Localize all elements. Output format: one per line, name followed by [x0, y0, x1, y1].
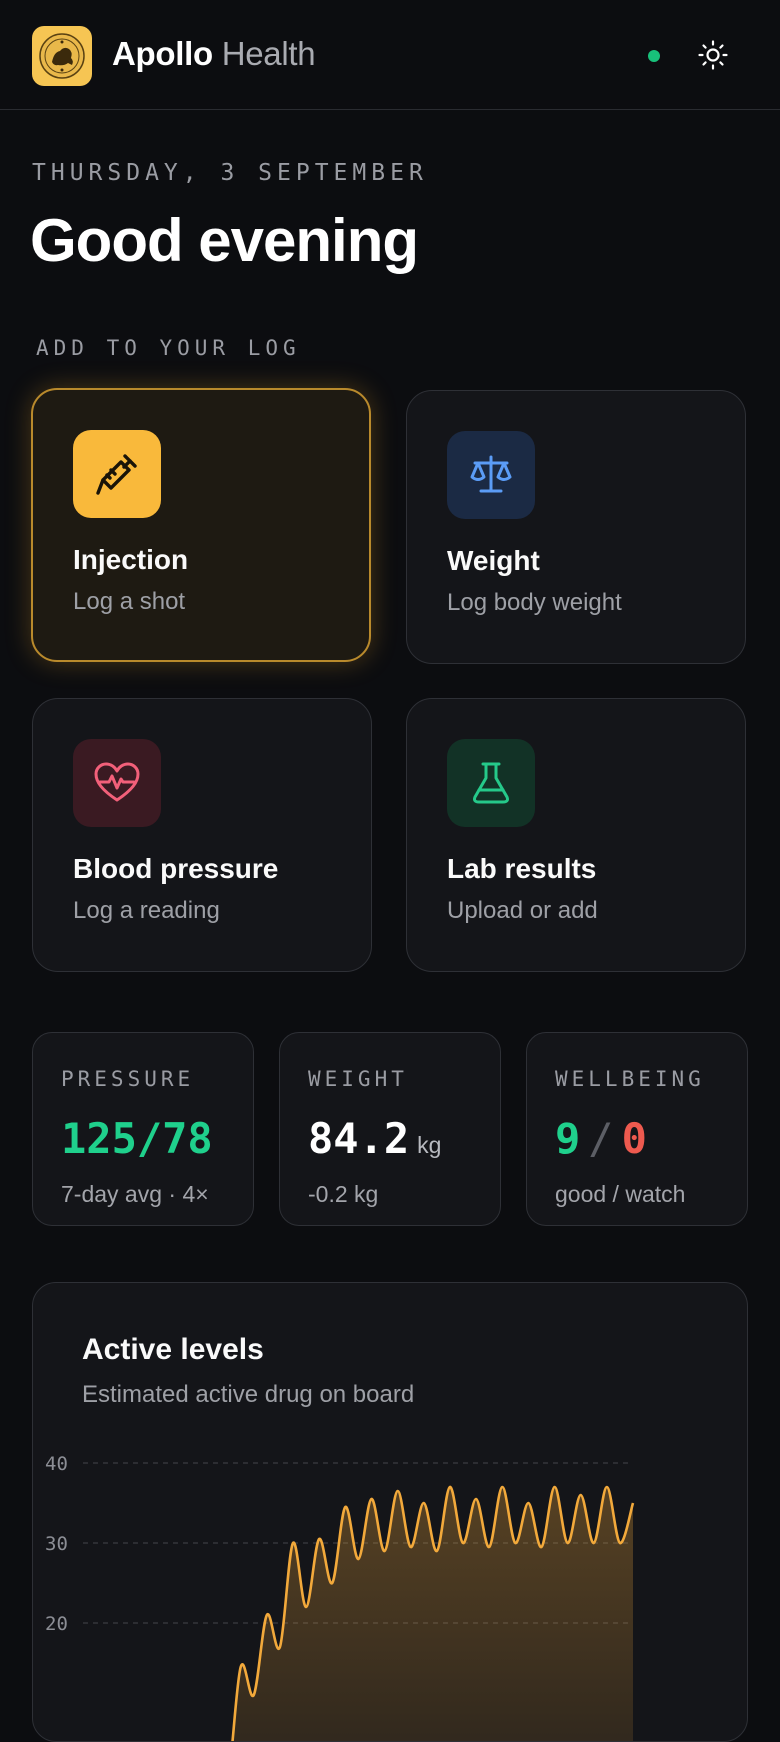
pressure-stat-card[interactable]: PRESSURE 125/78 7-day avg · 4×	[32, 1032, 254, 1226]
lab-results-card-title: Lab results	[447, 853, 597, 884]
brand-primary: Apollo	[112, 35, 213, 72]
wellbeing-stat-sub: good / watch	[555, 1181, 686, 1207]
pressure-stat-sub: 7-day avg · 4×	[61, 1181, 209, 1207]
weight-stat-sub: -0.2 kg	[308, 1181, 379, 1207]
current-date: THURSDAY, 3 SEPTEMBER	[32, 160, 428, 186]
pressure-stat-label: PRESSURE	[61, 1067, 195, 1091]
syringe-icon	[73, 430, 161, 518]
blood-pressure-card-subtitle: Log a reading	[73, 897, 220, 924]
log-lab-results-card[interactable]: Lab results Upload or add	[406, 698, 746, 972]
wellbeing-stat-card[interactable]: WELLBEING 9/0 good / watch	[526, 1032, 748, 1226]
flask-icon	[447, 739, 535, 827]
wellbeing-separator: /	[588, 1114, 614, 1163]
active-levels-chart: 40 30 20	[45, 1453, 635, 1741]
brand-name: Apollo Health	[112, 34, 316, 74]
weight-stat-value: 84.2	[308, 1114, 410, 1163]
app-header: Apollo Health	[0, 0, 780, 110]
weight-stat-label: WEIGHT	[308, 1067, 408, 1091]
wellbeing-watch-count: 0	[621, 1114, 647, 1163]
y-tick-label: 30	[45, 1533, 68, 1555]
heart-pulse-icon	[73, 739, 161, 827]
brand-secondary: Health	[221, 35, 316, 72]
seal-logo-icon[interactable]	[32, 26, 92, 86]
scale-icon	[447, 431, 535, 519]
pressure-stat-value: 125/78	[61, 1114, 213, 1163]
y-tick-label: 20	[45, 1613, 68, 1635]
weight-card-subtitle: Log body weight	[447, 589, 622, 616]
injection-card-subtitle: Log a shot	[73, 588, 186, 615]
injection-card-title: Injection	[73, 544, 189, 575]
sun-icon	[698, 40, 728, 70]
log-section-label: ADD TO YOUR LOG	[36, 336, 301, 360]
log-blood-pressure-card[interactable]: Blood pressure Log a reading	[32, 698, 372, 972]
log-weight-card[interactable]: Weight Log body weight	[406, 390, 746, 664]
theme-toggle-button[interactable]	[694, 36, 732, 74]
wellbeing-stat-label: WELLBEING	[555, 1067, 705, 1091]
connection-status-dot	[648, 50, 660, 62]
y-tick-label: 40	[45, 1453, 68, 1475]
lab-results-card-subtitle: Upload or add	[447, 897, 598, 924]
wellbeing-good-count: 9	[555, 1114, 581, 1163]
log-injection-card[interactable]: Injection Log a shot	[31, 388, 371, 662]
weight-card-title: Weight	[447, 545, 540, 576]
wellbeing-stat-value-row: 9/0	[555, 1113, 647, 1165]
weight-stat-card[interactable]: WEIGHT 84.2 kg -0.2 kg	[279, 1032, 501, 1226]
weight-stat-unit: kg	[417, 1132, 442, 1158]
greeting-title: Good evening	[30, 207, 419, 274]
active-levels-chart-card: Active levels Estimated active drug on b…	[32, 1282, 748, 1742]
blood-pressure-card-title: Blood pressure	[73, 853, 279, 884]
weight-stat-value-row: 84.2 kg	[308, 1113, 441, 1171]
